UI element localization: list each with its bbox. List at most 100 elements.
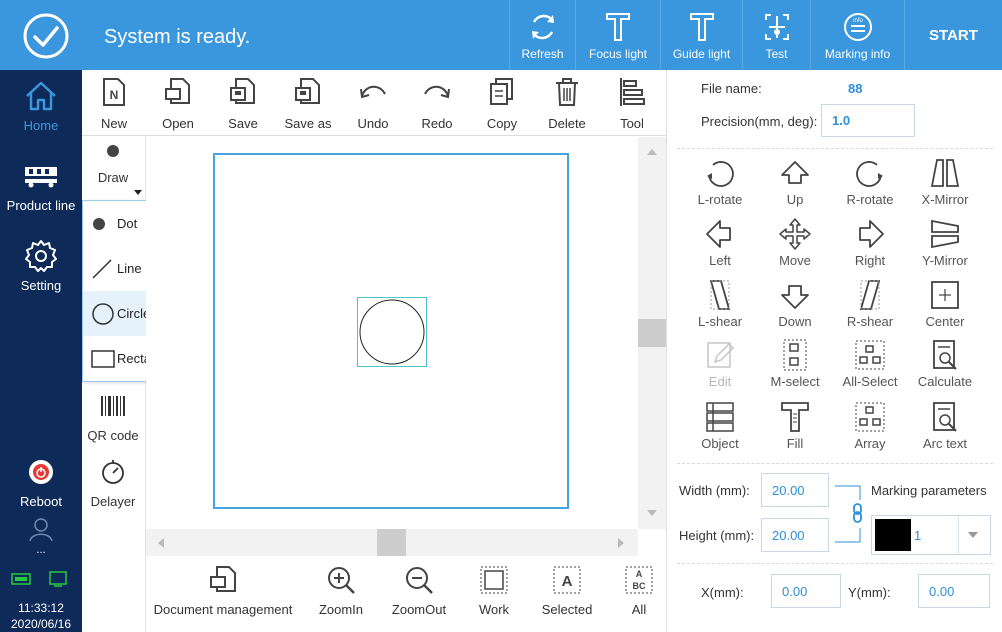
open-button[interactable]: Open	[148, 76, 208, 131]
open-file-icon	[165, 78, 190, 104]
sidebar-item-user[interactable]: ...	[0, 516, 82, 556]
work-area-icon	[480, 566, 508, 594]
y-mirror-button[interactable]: Y-Mirror	[907, 217, 983, 268]
r-shear-button[interactable]: R-shear	[832, 278, 908, 329]
down-button[interactable]: Down	[757, 278, 833, 329]
y-input[interactable]: 0.00	[918, 574, 990, 608]
focus-light-button[interactable]: Focus light	[575, 0, 660, 70]
y-label: Y(mm):	[848, 585, 891, 600]
m-select-label: M-select	[770, 374, 820, 389]
link-icon[interactable]	[833, 484, 863, 544]
object-button[interactable]: Object	[682, 400, 758, 451]
zoom-in-button[interactable]: ZoomIn	[310, 564, 372, 617]
rotate-right-icon	[856, 161, 883, 187]
m-select-button[interactable]: M-select	[757, 338, 833, 389]
scroll-left-icon[interactable]	[158, 538, 164, 548]
qr-code-button[interactable]: QR code	[82, 396, 144, 443]
width-input[interactable]: 20.00	[761, 473, 829, 507]
work-area-frame[interactable]	[213, 153, 569, 509]
product-line-icon	[25, 167, 57, 188]
circle-shape[interactable]	[358, 298, 426, 366]
undo-icon	[360, 85, 386, 99]
scroll-down-icon[interactable]	[647, 510, 657, 516]
delete-button[interactable]: Delete	[537, 76, 597, 131]
document-management-button[interactable]: Document management	[148, 564, 298, 617]
marking-parameters-label: Marking parameters	[871, 483, 987, 498]
l-rotate-button[interactable]: L-rotate	[682, 156, 758, 207]
save-as-button[interactable]: Save as	[278, 76, 338, 131]
x-input[interactable]: 0.00	[771, 574, 841, 608]
right-button[interactable]: Right	[832, 217, 908, 268]
chevron-down-icon	[968, 532, 978, 538]
test-button[interactable]: Test	[742, 0, 810, 70]
selected-label: Selected	[541, 602, 593, 617]
precision-input[interactable]: 1.0	[821, 104, 915, 137]
arc-text-button[interactable]: Arc text	[907, 400, 983, 451]
copy-button[interactable]: Copy	[472, 76, 532, 131]
tool-icon	[620, 78, 645, 106]
test-label: Test	[765, 47, 788, 61]
vertical-scrollbar[interactable]	[638, 137, 666, 529]
edit-label: Edit	[708, 374, 732, 389]
refresh-button[interactable]: Refresh	[509, 0, 575, 70]
move-button[interactable]: Move	[757, 217, 833, 268]
guide-light-button[interactable]: Guide light	[660, 0, 742, 70]
mirror-y-icon	[931, 219, 959, 249]
zoom-out-button[interactable]: ZoomOut	[384, 564, 454, 617]
save-button[interactable]: Save	[213, 76, 273, 131]
height-label: Height (mm):	[679, 528, 755, 543]
sidebar-item-reboot[interactable]: Reboot	[0, 458, 82, 509]
svg-text:A: A	[636, 569, 643, 579]
r-rotate-button[interactable]: R-rotate	[832, 156, 908, 207]
all-select-button[interactable]: All-Select	[832, 338, 908, 389]
redo-button[interactable]: Redo	[407, 76, 467, 131]
save-as-label: Save as	[284, 116, 332, 131]
marking-parameter-select[interactable]: 1	[871, 515, 991, 555]
start-button[interactable]: START	[904, 0, 1002, 70]
all-label: All	[631, 602, 647, 617]
sidebar: Home Product line Setting Reboot ... 11:…	[0, 70, 82, 632]
center-button[interactable]: Center	[907, 278, 983, 329]
delete-label: Delete	[548, 116, 586, 131]
zoom-out-icon	[406, 567, 433, 594]
fill-button[interactable]: Fill	[757, 400, 833, 451]
check-circle-icon	[23, 13, 69, 59]
view-toolbar: Document management ZoomIn ZoomOut Work …	[146, 556, 666, 632]
save-as-icon	[295, 78, 320, 104]
all-select-label: All-Select	[842, 374, 898, 389]
barcode-icon	[101, 396, 125, 416]
undo-button[interactable]: Undo	[343, 76, 403, 131]
chevron-down-icon	[134, 190, 142, 195]
object-label: Object	[701, 436, 739, 451]
height-input[interactable]: 20.00	[761, 518, 829, 552]
left-button[interactable]: Left	[682, 217, 758, 268]
menu-line-label: Line	[117, 261, 142, 276]
selection-box[interactable]	[357, 297, 427, 367]
tool-button[interactable]: Tool	[602, 76, 662, 131]
l-shear-button[interactable]: L-shear	[682, 278, 758, 329]
scroll-right-icon[interactable]	[618, 538, 624, 548]
calculate-button[interactable]: Calculate	[907, 338, 983, 389]
marking-info-button[interactable]: info Marking info	[810, 0, 904, 70]
work-button[interactable]: Work	[468, 564, 520, 617]
sidebar-item-product-line[interactable]: Product line	[0, 158, 82, 213]
all-icon: A BC	[625, 566, 653, 594]
edit-button[interactable]: Edit	[682, 338, 758, 389]
array-button[interactable]: Array	[832, 400, 908, 451]
x-mirror-button[interactable]: X-Mirror	[907, 156, 983, 207]
sidebar-item-setting[interactable]: Setting	[0, 238, 82, 293]
document-management-label: Document management	[153, 602, 293, 617]
new-button[interactable]: N New	[84, 76, 144, 131]
refresh-icon	[531, 14, 554, 40]
arrow-up-icon	[781, 161, 809, 184]
vertical-scroll-thumb[interactable]	[638, 319, 666, 347]
delayer-button[interactable]: Delayer	[82, 458, 144, 509]
up-button[interactable]: Up	[757, 156, 833, 207]
draw-button[interactable]: Draw	[82, 144, 144, 195]
scroll-up-icon[interactable]	[647, 149, 657, 155]
horizontal-scrollbar[interactable]	[146, 529, 638, 556]
all-button[interactable]: A BC All	[614, 564, 664, 617]
horizontal-scroll-thumb[interactable]	[377, 529, 406, 556]
sidebar-item-home[interactable]: Home	[0, 78, 82, 133]
selected-button[interactable]: A Selected	[536, 564, 598, 617]
